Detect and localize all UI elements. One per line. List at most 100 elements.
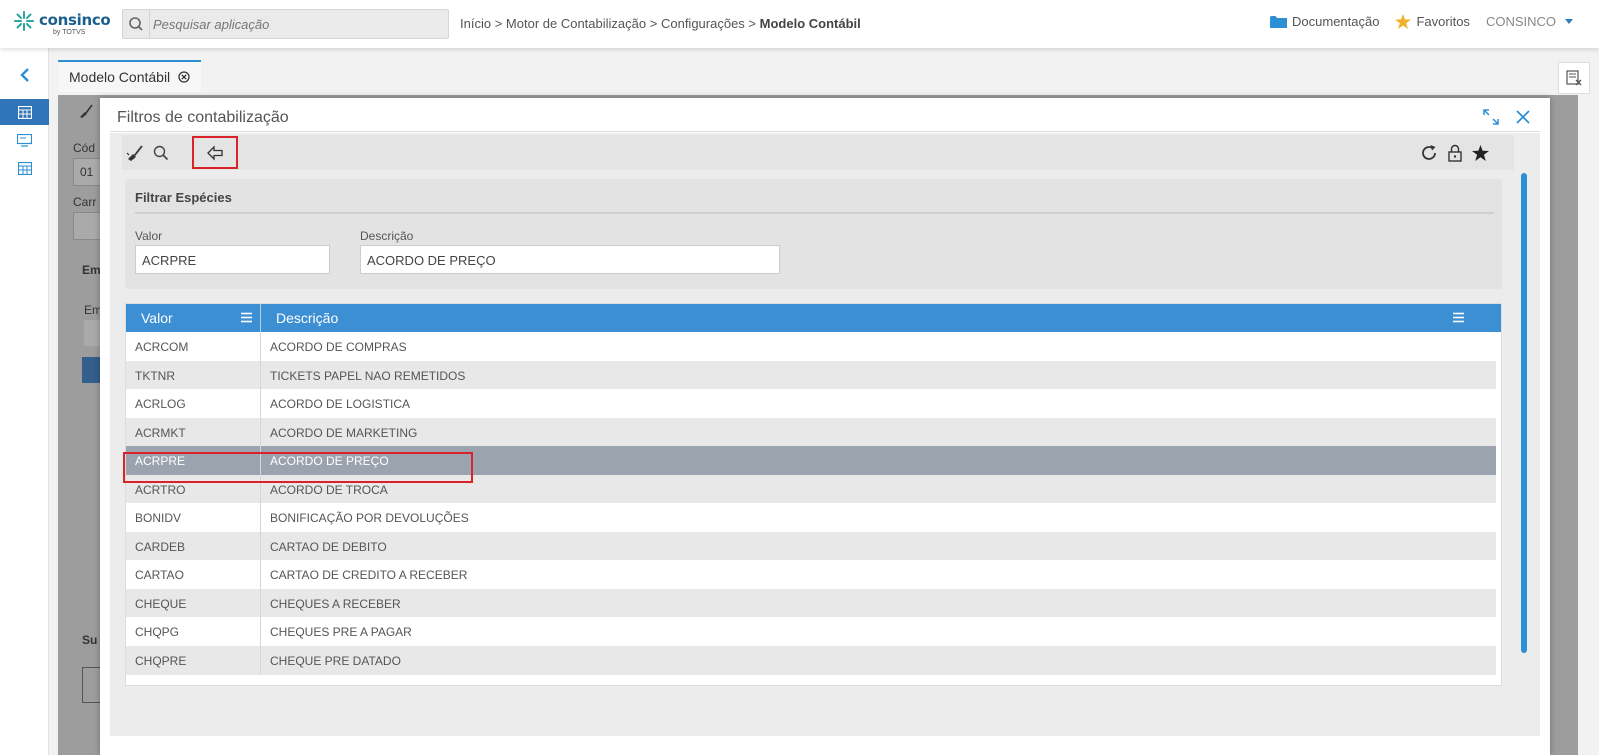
expand-icon[interactable] — [1482, 108, 1500, 126]
table-row[interactable]: CHEQUE CHEQUES A RECEBER — [126, 588, 1496, 618]
sidebar-item-monitor[interactable] — [0, 127, 49, 153]
modal-scrollbar[interactable] — [1521, 173, 1527, 653]
valor-label: Valor — [135, 229, 163, 243]
folder-icon — [1270, 15, 1288, 28]
valor-input[interactable]: ACRPRE — [135, 245, 330, 274]
lock-button[interactable] — [1444, 142, 1466, 164]
cell-valor: TKTNR — [135, 368, 175, 383]
table-row[interactable]: ACRLOG ACORDO DE LOGISTICA — [126, 389, 1496, 418]
cell-valor: ACRTRO — [135, 482, 186, 497]
cell-descricao: ACORDO DE TROCA — [270, 482, 388, 497]
cell-descricao: CARTAO DE DEBITO — [270, 539, 387, 554]
breadcrumb-item-configuracoes[interactable]: Configurações — [661, 16, 745, 31]
cell-separator — [260, 617, 261, 646]
modal-divider — [110, 131, 1540, 132]
logo-text: consinco — [39, 11, 111, 29]
cell-descricao: ACORDO DE MARKETING — [270, 425, 418, 440]
sidebar-item-table[interactable] — [0, 155, 49, 181]
consinco-logo[interactable]: consinco by TOTVS — [13, 8, 111, 40]
column-menu-icon[interactable] — [1453, 312, 1464, 323]
chevron-down-icon — [1565, 19, 1573, 24]
cell-descricao: BONIFICAÇÃO POR DEVOLUÇÕES — [270, 511, 469, 525]
collapse-sidebar-button[interactable] — [0, 62, 49, 88]
cell-separator — [260, 332, 261, 361]
bg-value-cod: 01 — [80, 165, 94, 179]
breadcrumb: Início > Motor de Contabilização > Confi… — [460, 16, 861, 31]
breadcrumb-item-motor[interactable]: Motor de Contabilização — [506, 16, 646, 31]
lock-icon — [1448, 144, 1462, 162]
cell-separator — [260, 560, 261, 589]
table-row[interactable]: CARDEB CARTAO DE DEBITO — [126, 531, 1496, 561]
top-bar: consinco by TOTVS Início > Motor de Cont… — [0, 0, 1599, 48]
column-header-descricao[interactable]: Descrição — [261, 304, 1461, 332]
column-menu-icon[interactable] — [241, 312, 252, 323]
cell-valor: ACRLOG — [135, 397, 186, 411]
return-button-highlight — [192, 136, 238, 169]
close-icon[interactable] — [1514, 108, 1532, 126]
search-box — [122, 9, 449, 39]
cell-valor: CHEQUE — [135, 596, 187, 611]
cell-valor: BONIDV — [135, 511, 182, 525]
filter-divider — [135, 212, 1494, 214]
refresh-button[interactable] — [1418, 142, 1440, 164]
cell-descricao: ACORDO DE LOGISTICA — [270, 397, 411, 411]
cell-descricao: CHEQUES PRE A PAGAR — [270, 625, 412, 639]
calculator-icon — [17, 105, 32, 119]
bg-label-su: Su — [82, 633, 98, 647]
cell-separator — [260, 645, 261, 675]
cell-separator — [260, 588, 261, 618]
table-icon — [17, 161, 32, 175]
tab-modelo-contabil[interactable]: Modelo Contábil — [58, 60, 201, 92]
favorite-button[interactable] — [1469, 142, 1491, 164]
search-icon[interactable] — [123, 10, 150, 38]
star-icon — [1471, 145, 1489, 161]
grid-header: Valor Descrição — [126, 304, 1501, 332]
cell-valor: CHQPG — [135, 625, 180, 639]
breadcrumb-separator: > — [494, 16, 503, 31]
star-icon — [1395, 14, 1412, 29]
table-row[interactable]: ACRCOM ACORDO DE COMPRAS — [126, 332, 1496, 361]
descricao-label: Descrição — [360, 229, 414, 243]
refresh-icon — [1422, 145, 1436, 160]
cell-descricao: CHEQUE PRE DATADO — [270, 653, 401, 668]
selected-row-highlight — [123, 452, 473, 483]
close-tab-icon[interactable] — [178, 71, 190, 83]
cell-valor: ACRCOM — [135, 340, 189, 354]
table-row[interactable]: CHQPRE CHEQUE PRE DATADO — [126, 645, 1496, 675]
filter-section-title: Filtrar Espécies — [135, 190, 232, 205]
cell-separator — [260, 531, 261, 561]
column-header-valor[interactable]: Valor — [126, 304, 260, 332]
sidebar-item-calculator[interactable] — [0, 99, 49, 125]
table-row[interactable]: TKTNR TICKETS PAPEL NAO REMETIDOS — [126, 360, 1496, 390]
logo-subtext: by TOTVS — [53, 29, 86, 36]
favorites-link[interactable]: Favoritos — [1395, 14, 1470, 29]
modal-toolbar — [122, 135, 1514, 170]
filter-section: Filtrar Espécies Valor ACRPRE Descrição … — [125, 179, 1502, 289]
user-name: CONSINCO — [1485, 14, 1556, 29]
column-label-descricao: Descrição — [276, 310, 339, 326]
search-button[interactable] — [150, 142, 172, 164]
clear-filter-button[interactable] — [1558, 62, 1590, 94]
documentation-link[interactable]: Documentação — [1270, 14, 1379, 29]
search-input[interactable] — [153, 14, 443, 34]
clear-button[interactable] — [124, 142, 146, 164]
top-links: Documentação Favoritos CONSINCO — [1270, 14, 1573, 29]
table-row[interactable]: CARTAO CARTAO DE CREDITO A RECEBER — [126, 560, 1496, 589]
user-menu[interactable]: CONSINCO — [1486, 14, 1573, 29]
column-label-valor: Valor — [141, 310, 173, 326]
magnifier-icon — [153, 145, 169, 161]
table-row[interactable]: CHQPG CHEQUES PRE A PAGAR — [126, 617, 1496, 646]
breadcrumb-item-inicio[interactable]: Início — [460, 16, 491, 31]
filter-modal: Filtros de contabilização Filtrar Espéci… — [100, 98, 1550, 755]
cell-descricao: CHEQUES A RECEBER — [270, 596, 401, 611]
cell-separator — [260, 417, 261, 447]
table-row[interactable]: BONIDV BONIFICAÇÃO POR DEVOLUÇÕES — [126, 503, 1496, 532]
cell-separator — [260, 389, 261, 418]
results-grid: Valor Descrição ACRCOM ACORDO DE COMPRAS — [125, 303, 1502, 686]
descricao-input[interactable]: ACORDO DE PREÇO — [360, 245, 780, 274]
left-sidebar — [0, 48, 49, 755]
cell-valor: ACRMKT — [135, 425, 186, 440]
bg-label-cod: Cód — [73, 141, 96, 155]
table-row[interactable]: ACRMKT ACORDO DE MARKETING — [126, 417, 1496, 447]
breadcrumb-separator: > — [649, 16, 658, 31]
